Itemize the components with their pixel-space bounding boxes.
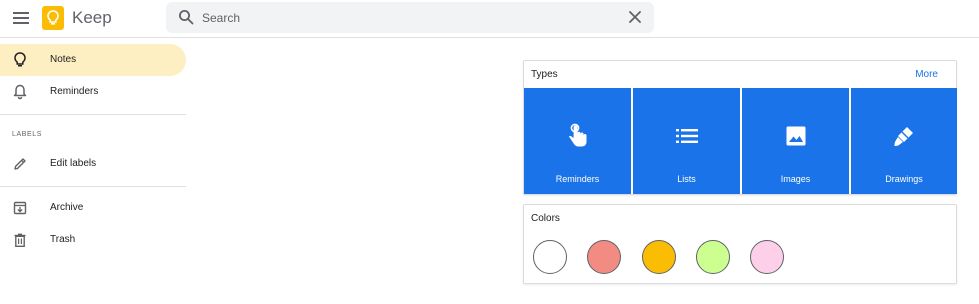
color-swatch-white[interactable] — [533, 240, 567, 274]
color-swatch-green[interactable] — [696, 240, 730, 274]
types-card: Types More Reminders Lists Images Drawin… — [523, 60, 957, 195]
sidebar-item-archive[interactable]: Archive — [0, 192, 186, 224]
search-icon[interactable] — [178, 9, 194, 25]
lightbulb-logo-icon — [47, 10, 59, 25]
type-tile-lists[interactable]: Lists — [633, 88, 740, 194]
type-tile-drawings[interactable]: Drawings — [851, 88, 957, 194]
labels-section-title: LABELS — [12, 131, 43, 138]
bell-icon — [12, 84, 28, 100]
sidebar-item-label: Edit labels — [50, 158, 97, 169]
close-icon[interactable] — [628, 10, 642, 24]
sidebar-item-label: Notes — [50, 54, 77, 65]
colors-card: Colors — [523, 204, 957, 284]
archive-icon — [12, 200, 28, 216]
search-bar — [166, 2, 654, 33]
color-swatch-pink[interactable] — [750, 240, 784, 274]
trash-icon — [12, 232, 28, 248]
sidebar-item-edit-labels[interactable]: Edit labels — [0, 148, 186, 180]
search-input[interactable] — [202, 6, 612, 29]
sidebar-item-label: Archive — [50, 202, 84, 213]
type-tile-reminders[interactable]: Reminders — [524, 88, 631, 194]
type-tile-label: Reminders — [555, 174, 600, 184]
brush-icon — [891, 123, 917, 149]
type-tile-label: Drawings — [885, 174, 923, 184]
keep-logo[interactable] — [42, 6, 64, 30]
app-title: Keep — [72, 8, 112, 27]
sidebar-divider — [0, 186, 186, 187]
sidebar-item-reminders[interactable]: Reminders — [0, 76, 186, 108]
sidebar-item-label: Trash — [50, 234, 76, 245]
colors-card-title: Colors — [531, 213, 560, 224]
sidebar-divider — [0, 114, 186, 115]
pencil-icon — [12, 156, 28, 172]
type-tile-label: Lists — [677, 174, 696, 184]
list-icon — [674, 123, 700, 149]
lightbulb-icon — [12, 52, 28, 68]
color-swatch-red[interactable] — [587, 240, 621, 274]
color-swatch-orange[interactable] — [642, 240, 676, 274]
main-menu-button[interactable] — [10, 7, 32, 29]
types-card-title: Types — [531, 69, 558, 80]
sidebar-item-trash[interactable]: Trash — [0, 224, 186, 256]
sidebar-item-label: Reminders — [50, 86, 99, 97]
type-tile-label: Images — [780, 174, 811, 184]
image-icon — [783, 123, 809, 149]
top-bar: Keep — [0, 0, 979, 38]
hamburger-menu-icon — [13, 12, 29, 24]
touch-hand-icon — [565, 123, 591, 149]
type-tile-images[interactable]: Images — [742, 88, 849, 194]
sidebar-item-notes[interactable]: Notes — [0, 44, 186, 76]
more-link[interactable]: More — [915, 69, 938, 80]
